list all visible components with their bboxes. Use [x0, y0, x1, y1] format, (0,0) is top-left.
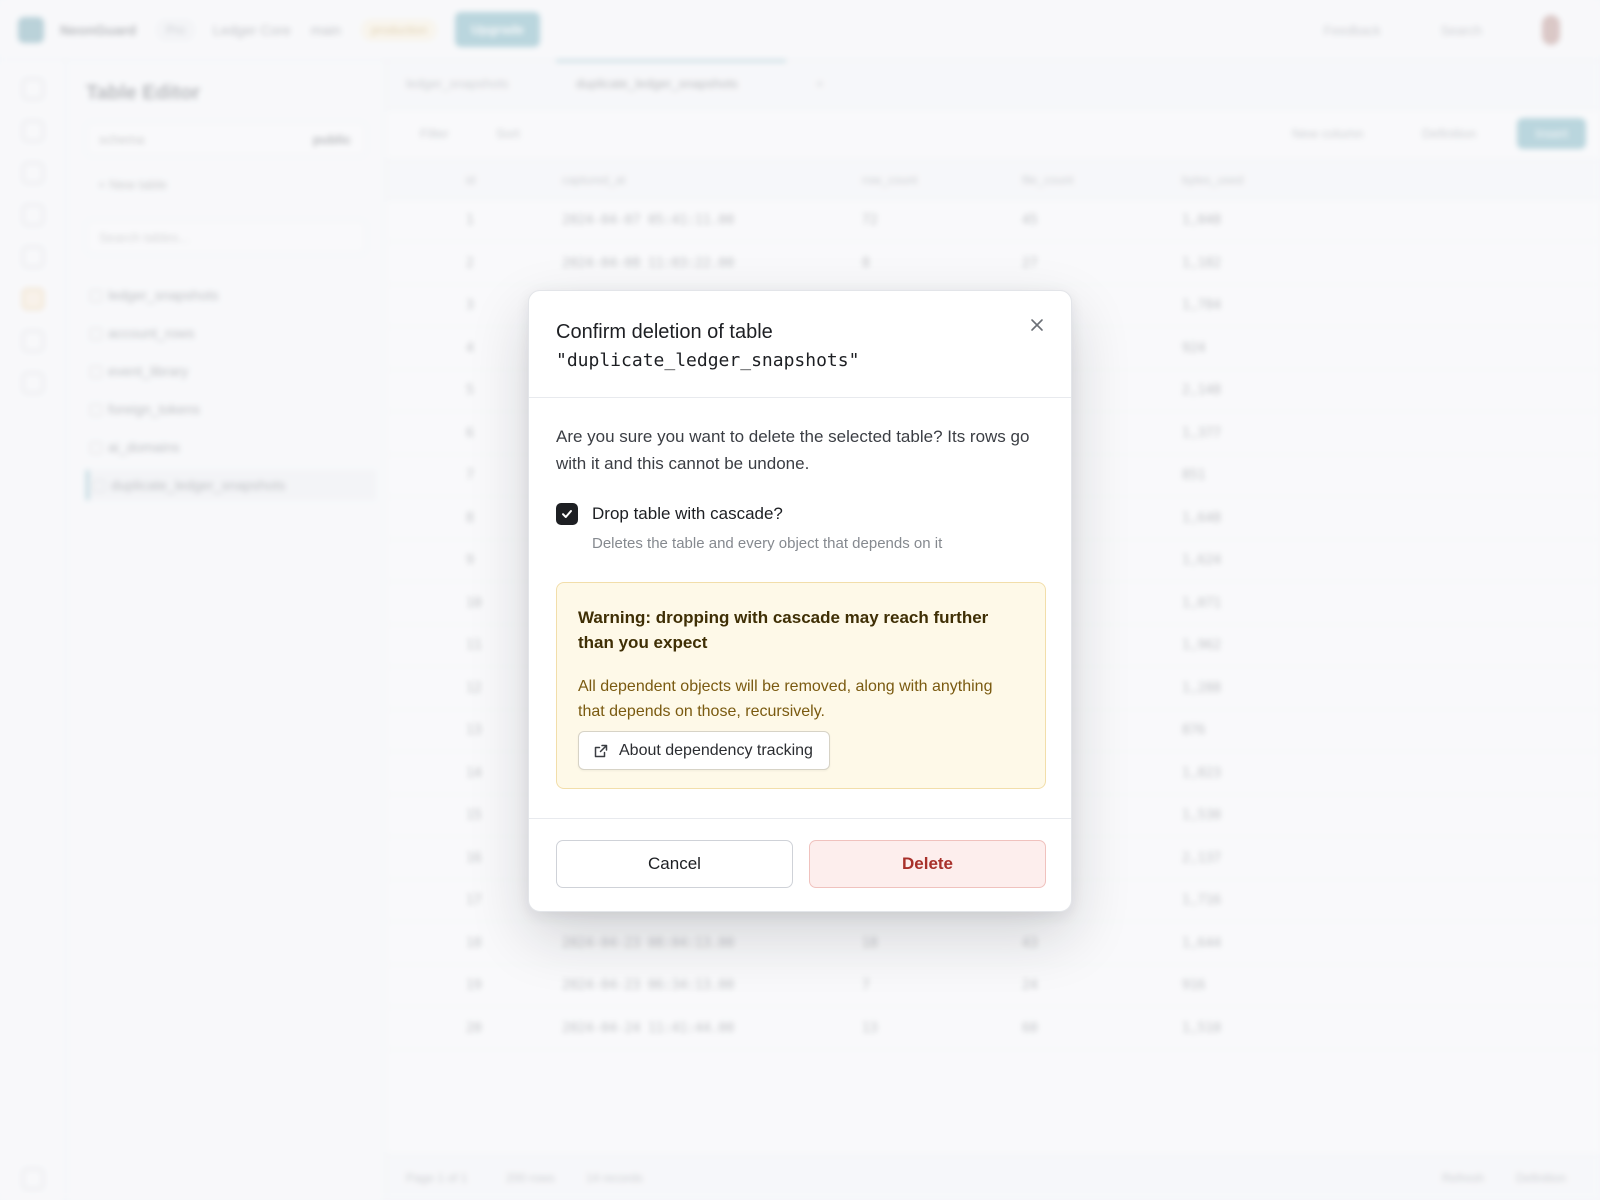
warning-text: All dependent objects will be removed, a…: [578, 678, 993, 720]
confirm-delete-dialog: Confirm deletion of table "duplicate_led…: [528, 290, 1072, 912]
close-icon: [1031, 319, 1043, 331]
cascade-option[interactable]: Drop table with cascade?: [556, 503, 783, 525]
cascade-warning: Warning: dropping with cascade may reach…: [556, 582, 1046, 789]
dialog-title-text: Confirm deletion of table: [556, 321, 773, 343]
warning-title: Warning: dropping with cascade may reach…: [578, 608, 989, 652]
dependency-docs-link[interactable]: About dependency tracking: [578, 731, 830, 770]
cascade-hint: Deletes the table and every object that …: [592, 535, 943, 552]
cancel-button[interactable]: Cancel: [556, 840, 793, 888]
dialog-message: Are you sure you want to delete the sele…: [556, 427, 1030, 473]
dependency-docs-label: About dependency tracking: [619, 741, 813, 759]
dialog-title: Confirm deletion of table "duplicate_led…: [556, 318, 859, 373]
dialog-header: Confirm deletion of table "duplicate_led…: [529, 291, 1071, 398]
dialog-footer: Cancel Delete: [529, 818, 1071, 912]
dialog-table-name: "duplicate_ledger_snapshots": [556, 350, 860, 371]
check-icon: [562, 510, 572, 518]
cascade-label[interactable]: Drop table with cascade?: [592, 504, 783, 524]
close-button[interactable]: [1025, 313, 1049, 337]
delete-button[interactable]: Delete: [809, 840, 1046, 888]
cascade-checkbox[interactable]: [556, 503, 578, 525]
external-link-icon: [594, 744, 608, 757]
